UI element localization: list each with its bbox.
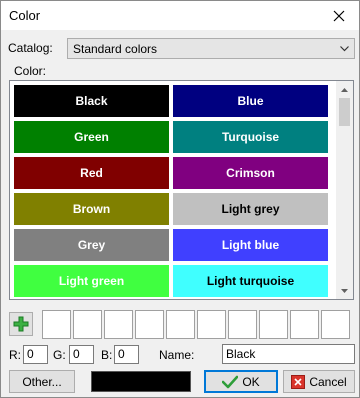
red-label: R: xyxy=(9,348,21,362)
color-swatch-label: Light grey xyxy=(221,202,280,216)
red-field[interactable]: 0 xyxy=(23,345,48,364)
color-swatch-label: Red xyxy=(80,166,103,180)
color-swatch-label: Light blue xyxy=(221,238,280,252)
catalog-value: Standard colors xyxy=(73,42,158,56)
plus-icon xyxy=(13,316,29,332)
color-preview xyxy=(91,371,191,392)
color-swatch[interactable]: Grey xyxy=(14,229,169,261)
custom-color-slot[interactable] xyxy=(166,310,195,339)
color-swatch[interactable]: Brown xyxy=(14,193,169,225)
color-swatch-label: Green xyxy=(74,130,109,144)
chevron-down-icon xyxy=(337,41,351,57)
custom-color-slot[interactable] xyxy=(42,310,71,339)
green-label: G: xyxy=(53,348,66,362)
color-swatch-label: Crimson xyxy=(226,166,275,180)
add-custom-color-button[interactable] xyxy=(9,312,33,336)
blue-label: B: xyxy=(101,348,113,362)
custom-color-slot[interactable] xyxy=(73,310,102,339)
cancel-button[interactable]: Cancel xyxy=(283,370,355,393)
catalog-label: Catalog: xyxy=(8,41,53,55)
other-button-label: Other... xyxy=(22,374,62,389)
catalog-select[interactable]: Standard colors xyxy=(67,38,355,59)
other-button[interactable]: Other... xyxy=(9,370,75,393)
custom-color-slot[interactable] xyxy=(104,310,133,339)
custom-color-slot[interactable] xyxy=(321,310,350,339)
color-swatch[interactable]: Crimson xyxy=(173,157,328,189)
title-bar: Color xyxy=(1,1,359,30)
color-swatch-label: Turquoise xyxy=(221,130,280,144)
color-swatch-label: Light green xyxy=(58,274,125,288)
name-field[interactable]: Black xyxy=(222,344,355,364)
color-swatch[interactable]: Light turquoise xyxy=(173,265,328,297)
scroll-thumb[interactable] xyxy=(339,98,350,126)
cancel-icon xyxy=(291,374,306,389)
name-label: Name: xyxy=(159,348,195,362)
custom-color-slot[interactable] xyxy=(259,310,288,339)
checkmark-icon xyxy=(222,375,239,388)
color-swatch[interactable]: Green xyxy=(14,121,169,153)
custom-color-slot[interactable] xyxy=(228,310,257,339)
color-swatch[interactable]: Red xyxy=(14,157,169,189)
custom-color-slot[interactable] xyxy=(290,310,319,339)
green-field[interactable]: 0 xyxy=(69,345,94,364)
color-swatch[interactable]: Blue xyxy=(173,85,328,117)
vertical-scrollbar[interactable] xyxy=(336,81,353,299)
color-swatch-label: Brown xyxy=(72,202,111,216)
ok-button[interactable]: OK xyxy=(204,370,278,393)
color-swatch-label: Light turquoise xyxy=(206,274,295,288)
close-icon xyxy=(333,10,345,21)
close-button[interactable] xyxy=(319,1,359,30)
custom-color-slot[interactable] xyxy=(135,310,164,339)
color-swatch-label: Grey xyxy=(77,238,106,252)
color-swatch[interactable]: Light blue xyxy=(173,229,328,261)
color-swatch-label: Blue xyxy=(237,94,264,108)
color-swatch[interactable]: Light green xyxy=(14,265,169,297)
custom-color-slot[interactable] xyxy=(197,310,226,339)
scroll-down-icon[interactable] xyxy=(336,282,353,299)
window-title: Color xyxy=(9,8,41,23)
cancel-button-label: Cancel xyxy=(309,374,347,389)
blue-field[interactable]: 0 xyxy=(114,345,139,364)
ok-button-label: OK xyxy=(242,374,260,389)
color-swatch[interactable]: Black xyxy=(14,85,169,117)
color-dialog: Color Catalog: Standard colors Color: Bl… xyxy=(0,0,360,398)
color-swatch-label: Black xyxy=(75,94,108,108)
scroll-up-icon[interactable] xyxy=(336,81,353,98)
color-label: Color: xyxy=(14,64,47,78)
color-swatch[interactable]: Turquoise xyxy=(173,121,328,153)
color-swatch[interactable]: Light grey xyxy=(173,193,328,225)
color-list: Black Blue Green Turquoise Red Crimson Brown Li… xyxy=(9,80,354,300)
